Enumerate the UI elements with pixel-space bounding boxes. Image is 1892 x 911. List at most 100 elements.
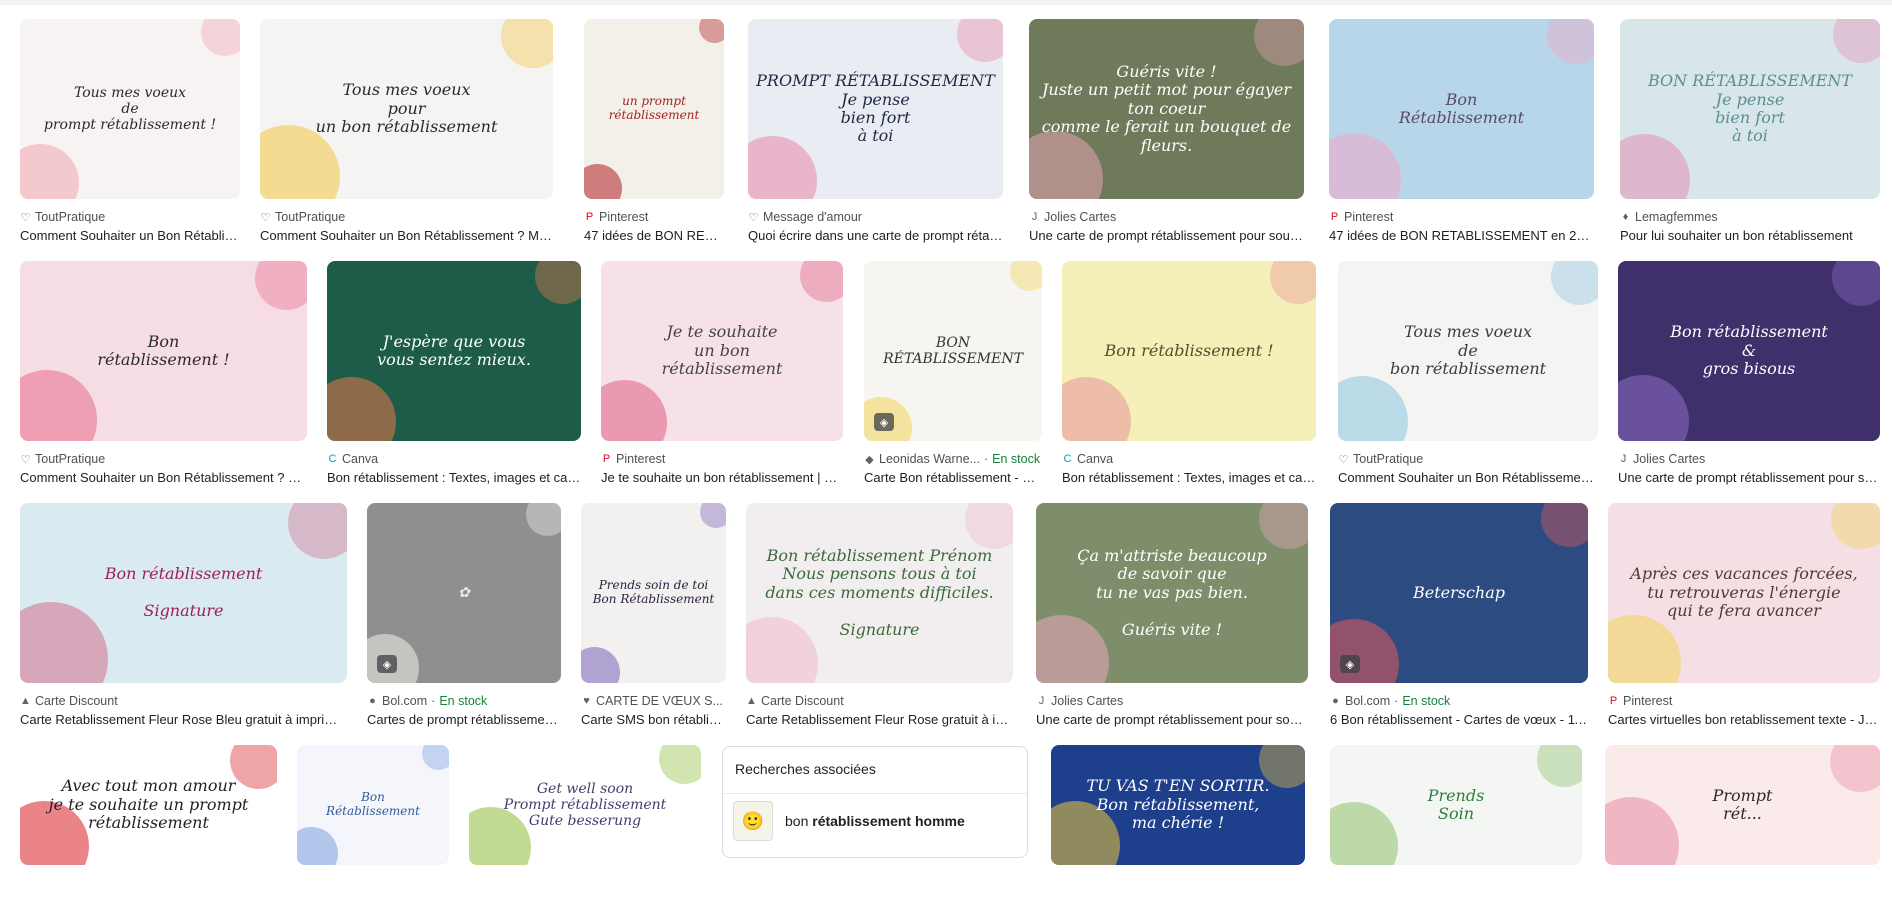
image-result-card[interactable]: Prends soin de toi Bon Rétablissement ♥ CA… bbox=[581, 503, 726, 729]
image-result-card[interactable]: PROMPT RÉTABLISSEMENT Je pense bien fort… bbox=[748, 19, 1003, 245]
image-result-card[interactable]: Beterschap ◈ ● Bol.com · En stock 6 Bon rétabl… bbox=[1330, 503, 1588, 729]
result-thumbnail[interactable]: Avec tout mon amour je te souhaite un pr… bbox=[20, 745, 277, 865]
image-result-card[interactable]: Avec tout mon amour je te souhaite un pr… bbox=[20, 745, 277, 911]
image-result-card[interactable]: Bon rétablissement ! ♡ ToutPratique Comment… bbox=[20, 261, 307, 487]
result-source[interactable]: ♥ CARTE DE VŒUX S... bbox=[581, 693, 726, 709]
image-result-card[interactable]: Tous mes voeux de prompt rétablissement … bbox=[20, 19, 240, 245]
result-title-link[interactable]: Carte Retablissement Fleur Rose Bleu gra… bbox=[20, 712, 347, 730]
result-thumbnail[interactable]: J'espère que vous vous sentez mieux. bbox=[327, 261, 581, 441]
image-result-card[interactable]: J'espère que vous vous sentez mieux. C Can… bbox=[327, 261, 581, 487]
image-result-card[interactable]: Bon rétablissement Prénom Nous pensons t… bbox=[746, 503, 1013, 729]
image-result-card[interactable]: ✿ ◈ ● Bol.com · En stock Cartes de prompt réta… bbox=[367, 503, 561, 729]
result-source[interactable]: P Pinterest bbox=[584, 209, 724, 225]
result-thumbnail[interactable]: Guéris vite ! Juste un petit mot pour ég… bbox=[1029, 19, 1304, 199]
result-thumbnail[interactable]: BON RÉTABLISSEMENT Je pense bien fort à … bbox=[1620, 19, 1880, 199]
result-source[interactable]: P Pinterest bbox=[601, 451, 843, 467]
result-source[interactable]: ◆ Leonidas Warne... · En stock bbox=[864, 451, 1042, 467]
image-result-card[interactable]: Guéris vite ! Juste un petit mot pour ég… bbox=[1029, 19, 1304, 245]
related-search-item[interactable]: 🙂 bon rétablissement homme bbox=[733, 801, 1017, 841]
image-result-card[interactable]: Après ces vacances forcées, tu retrouver… bbox=[1608, 503, 1880, 729]
result-title-link[interactable]: 47 idées de BON RETABLISSEMENT en 2022 |… bbox=[1329, 228, 1594, 246]
result-thumbnail[interactable]: Bon rétablissement & gros bisous bbox=[1618, 261, 1880, 441]
image-result-card[interactable]: TU VAS T'EN SORTIR. Bon rétablissement, … bbox=[1051, 745, 1305, 911]
result-thumbnail[interactable]: Bon Rétablissement bbox=[1329, 19, 1594, 199]
thumbnail-caption: J'espère que vous vous sentez mieux. bbox=[377, 331, 531, 369]
result-thumbnail[interactable]: Get well soon Prompt rétablissement Gute… bbox=[469, 745, 701, 865]
result-source[interactable]: ● Bol.com · En stock bbox=[1330, 693, 1588, 709]
result-title-link[interactable]: Carte Retablissement Fleur Rose gratuit … bbox=[746, 712, 1013, 730]
image-result-card[interactable]: BON RÉTABLISSEMENT ◈ ◆ Leonidas Warne... · En… bbox=[864, 261, 1042, 487]
result-thumbnail[interactable]: Prompt rét... bbox=[1605, 745, 1880, 865]
result-source[interactable]: ● Bol.com · En stock bbox=[367, 693, 561, 709]
result-thumbnail[interactable]: Bon rétablissement Prénom Nous pensons t… bbox=[746, 503, 1013, 683]
result-thumbnail[interactable]: Bon rétablissement ! bbox=[20, 261, 307, 441]
image-result-card[interactable]: Get well soon Prompt rétablissement Gute… bbox=[469, 745, 701, 911]
result-thumbnail[interactable]: un prompt rétablissement bbox=[584, 19, 724, 199]
result-source[interactable]: P Pinterest bbox=[1329, 209, 1594, 225]
image-result-card[interactable]: Tous mes voeux pour un bon rétablissemen… bbox=[260, 19, 553, 245]
result-thumbnail[interactable]: BON RÉTABLISSEMENT ◈ bbox=[864, 261, 1042, 441]
image-result-card[interactable]: Je te souhaite un bon rétablissement P Pin… bbox=[601, 261, 843, 487]
image-result-card[interactable]: Bon rétablissement ! C Canva Bon rétablisse… bbox=[1062, 261, 1316, 487]
result-source[interactable]: P Pinterest bbox=[1608, 693, 1880, 709]
result-thumbnail[interactable]: Tous mes voeux pour un bon rétablissemen… bbox=[260, 19, 553, 199]
result-thumbnail[interactable]: Bon rétablissement ! bbox=[1062, 261, 1316, 441]
result-title-link[interactable]: Une carte de prompt rétablissement pour … bbox=[1036, 712, 1308, 730]
result-thumbnail[interactable]: Je te souhaite un bon rétablissement bbox=[601, 261, 843, 441]
result-thumbnail[interactable]: Prends Soin bbox=[1330, 745, 1582, 865]
result-title-link[interactable]: Une carte de prompt rétablissement pour … bbox=[1029, 228, 1304, 246]
result-title-link[interactable]: Carte SMS bon rétablissement ... bbox=[581, 712, 726, 730]
site-favicon-icon: ◆ bbox=[865, 453, 874, 466]
image-result-card[interactable]: BON RÉTABLISSEMENT Je pense bien fort à … bbox=[1620, 19, 1880, 245]
result-thumbnail[interactable]: Bon rétablissement Signature bbox=[20, 503, 347, 683]
result-title-link[interactable]: Carte Bon rétablissement - B-... bbox=[864, 470, 1042, 488]
result-thumbnail[interactable]: Ça m'attriste beaucoup de savoir que tu … bbox=[1036, 503, 1308, 683]
result-thumbnail[interactable]: Tous mes voeux de prompt rétablissement … bbox=[20, 19, 240, 199]
result-title-link[interactable]: Une carte de prompt rétablissement pour … bbox=[1618, 470, 1880, 488]
result-title-link[interactable]: Quoi écrire dans une carte de prompt rét… bbox=[748, 228, 1003, 246]
result-title-link[interactable]: Pour lui souhaiter un bon rétablissement bbox=[1620, 228, 1880, 246]
result-thumbnail[interactable]: Bon Rétablissement bbox=[297, 745, 449, 865]
result-thumbnail[interactable]: TU VAS T'EN SORTIR. Bon rétablissement, … bbox=[1051, 745, 1305, 865]
result-source[interactable]: ▲ Carte Discount bbox=[20, 693, 347, 709]
result-title-link[interactable]: Bon rétablissement : Textes, images et c… bbox=[1062, 470, 1316, 488]
result-title-link[interactable]: Cartes de prompt rétablissement ... bbox=[367, 712, 561, 730]
result-thumbnail[interactable]: Après ces vacances forcées, tu retrouver… bbox=[1608, 503, 1880, 683]
result-thumbnail[interactable]: ✿ ◈ bbox=[367, 503, 561, 683]
result-source[interactable]: ♦ Lemagfemmes bbox=[1620, 209, 1880, 225]
result-title-link[interactable]: Comment Souhaiter un Bon Rétablissement … bbox=[20, 470, 307, 488]
result-source[interactable]: J Jolies Cartes bbox=[1036, 693, 1308, 709]
image-result-card[interactable]: Bon Rétablissement P Pinterest 47 idées de … bbox=[1329, 19, 1594, 245]
image-result-card[interactable]: Prends Soin bbox=[1330, 745, 1582, 911]
result-source[interactable]: ▲ Carte Discount bbox=[746, 693, 1013, 709]
image-result-card[interactable]: un prompt rétablissement P Pinterest 47 idé… bbox=[584, 19, 724, 245]
result-title-link[interactable]: 47 idées de BON RETABLISSEMENT ... bbox=[584, 228, 724, 246]
result-source[interactable]: ♡ Message d'amour bbox=[748, 209, 1003, 225]
result-source[interactable]: ♡ ToutPratique bbox=[1338, 451, 1598, 467]
result-thumbnail[interactable]: PROMPT RÉTABLISSEMENT Je pense bien fort… bbox=[748, 19, 1003, 199]
result-title-link[interactable]: Comment Souhaiter un Bon Rétablissement … bbox=[260, 228, 553, 246]
image-result-card[interactable]: Bon Rétablissement bbox=[297, 745, 449, 911]
result-source[interactable]: J Jolies Cartes bbox=[1618, 451, 1880, 467]
result-source[interactable]: ♡ ToutPratique bbox=[20, 451, 307, 467]
image-result-card[interactable]: Ça m'attriste beaucoup de savoir que tu … bbox=[1036, 503, 1308, 729]
result-title-link[interactable]: Cartes virtuelles bon retablissement tex… bbox=[1608, 712, 1880, 730]
result-source[interactable]: ♡ ToutPratique bbox=[20, 209, 240, 225]
result-thumbnail[interactable]: Tous mes voeux de bon rétablissement bbox=[1338, 261, 1598, 441]
result-title-link[interactable]: Je te souhaite un bon rétablissement | B… bbox=[601, 470, 843, 488]
result-title-link[interactable]: Bon rétablissement : Textes, images et c… bbox=[327, 470, 581, 488]
image-result-card[interactable]: Bon rétablissement Signature ▲ Carte Disco… bbox=[20, 503, 347, 729]
image-result-card[interactable]: Prompt rét... bbox=[1605, 745, 1880, 911]
result-source[interactable]: J Jolies Cartes bbox=[1029, 209, 1304, 225]
result-title-link[interactable]: Comment Souhaiter un Bon Rétablissement … bbox=[20, 228, 240, 246]
result-source[interactable]: C Canva bbox=[327, 451, 581, 467]
result-title-link[interactable]: Comment Souhaiter un Bon Rétablissement … bbox=[1338, 470, 1598, 488]
result-source[interactable]: C Canva bbox=[1062, 451, 1316, 467]
result-thumbnail[interactable]: Beterschap ◈ bbox=[1330, 503, 1588, 683]
image-result-card[interactable]: Bon rétablissement & gros bisous J Jolies … bbox=[1618, 261, 1880, 487]
result-thumbnail[interactable]: Prends soin de toi Bon Rétablissement bbox=[581, 503, 726, 683]
site-favicon-icon: ♡ bbox=[20, 211, 31, 224]
image-result-card[interactable]: Tous mes voeux de bon rétablissement ♡ Tou… bbox=[1338, 261, 1598, 487]
result-title-link[interactable]: 6 Bon rétablissement - Cartes de vœux - … bbox=[1330, 712, 1588, 730]
result-source[interactable]: ♡ ToutPratique bbox=[260, 209, 553, 225]
